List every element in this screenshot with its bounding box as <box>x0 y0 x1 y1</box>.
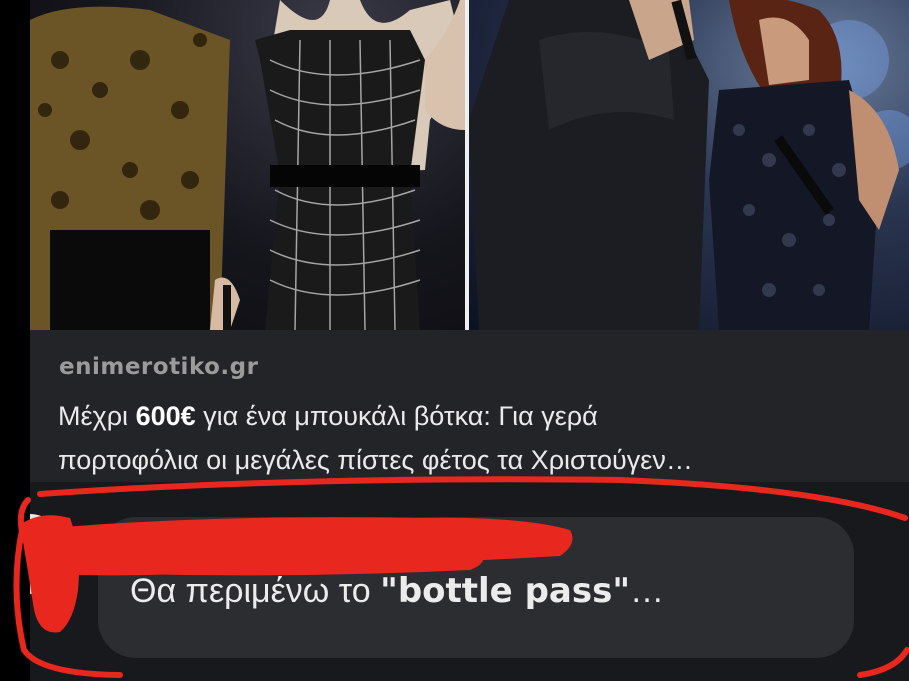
article-image[interactable] <box>30 0 909 330</box>
comment-section: Θα περιμένω το "bottle pass"… <box>30 482 909 681</box>
avatar[interactable] <box>30 514 62 594</box>
comment-text-post: … <box>630 572 665 610</box>
article-title[interactable]: Μέχρι 600€ για ένα μπουκάλι βότκα: Για γ… <box>58 394 898 482</box>
comment-text-quote: "bottle pass" <box>380 571 631 611</box>
comment-text: Θα περιμένω το "bottle pass"… <box>130 571 664 611</box>
article-link-card[interactable]: enimerotiko.gr Μέχρι 600€ για ένα μπουκά… <box>30 330 909 482</box>
photo-left <box>30 0 465 330</box>
article-title-line-1: Μέχρι 600€ για ένα μπουκάλι βότκα: Για γ… <box>58 394 898 438</box>
photo-right <box>469 0 909 330</box>
article-source: enimerotiko.gr <box>59 354 259 380</box>
comment-text-pre: Θα περιμένω το <box>130 572 381 610</box>
title-price: 600€ <box>135 401 196 431</box>
article-title-line-2: πορτοφόλια οι μεγάλες πίστες φέτος τα Χρ… <box>58 445 693 475</box>
title-pre: Μέχρι <box>58 401 136 431</box>
title-post: για ένα μπουκάλι βότκα: Για γερά <box>195 401 598 431</box>
